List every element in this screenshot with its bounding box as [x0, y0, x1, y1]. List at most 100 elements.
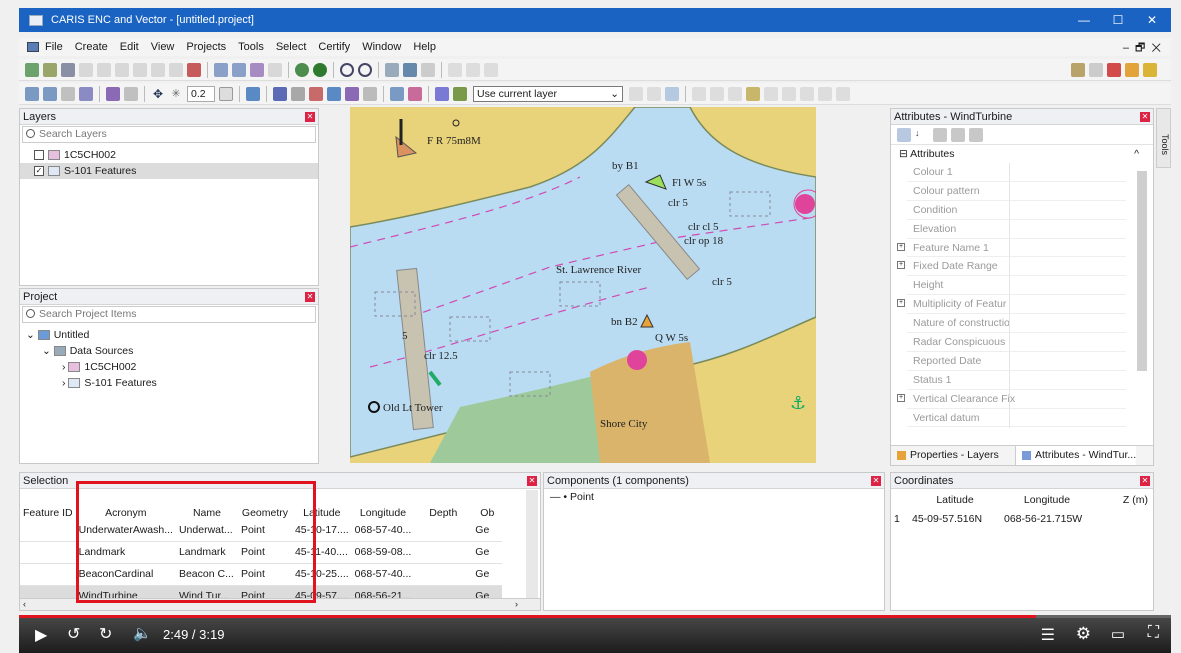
tool-icon[interactable]	[764, 86, 778, 101]
coordinate-row[interactable]: 1 45-09-57.516N 068-56-21.715W	[891, 511, 1151, 527]
layer-checkbox[interactable]: ✓	[34, 166, 44, 177]
chevron-down-icon[interactable]: ⌄	[26, 329, 38, 341]
tool-icon[interactable]	[692, 86, 706, 101]
volume-icon[interactable]: 🔈	[133, 624, 152, 642]
col-feature-id[interactable]: Feature ID	[20, 489, 76, 519]
tool-icon[interactable]	[246, 86, 260, 101]
tool-icon[interactable]	[291, 86, 305, 101]
chevron-down-icon[interactable]: ⌄	[42, 345, 54, 357]
attr-row[interactable]: Vertical datum	[907, 409, 1126, 428]
tool-icon[interactable]	[800, 86, 814, 101]
pointer-icon[interactable]	[403, 62, 417, 77]
tool-icon[interactable]	[273, 86, 287, 101]
expand-icon[interactable]: +	[897, 242, 905, 251]
menu-tools[interactable]: Tools	[238, 41, 264, 53]
collapse-icon[interactable]: ⊟	[899, 148, 910, 160]
tool-icon[interactable]	[25, 86, 39, 101]
scroll-up-icon[interactable]: ^	[1134, 145, 1139, 163]
zoom-in-icon[interactable]	[340, 62, 354, 77]
layer-checkbox[interactable]	[34, 150, 44, 161]
tool-icon[interactable]	[61, 86, 75, 101]
menu-window[interactable]: Window	[362, 41, 401, 53]
col-depth[interactable]: Depth	[414, 489, 472, 519]
measure-icon[interactable]	[448, 62, 462, 77]
edit-icon[interactable]	[61, 62, 75, 77]
layers-search-input[interactable]: Search Layers	[22, 126, 316, 143]
snap-icon[interactable]: ✳	[169, 87, 183, 101]
vertical-scrollbar[interactable]	[526, 490, 538, 598]
tool-icon[interactable]	[106, 86, 120, 101]
menu-select[interactable]: Select	[276, 41, 307, 53]
miniplayer-icon[interactable]: ▭	[1111, 625, 1125, 643]
menu-create[interactable]: Create	[75, 41, 108, 53]
minimize-button[interactable]: —	[1067, 8, 1101, 32]
tool-icon[interactable]	[214, 62, 228, 77]
list-icon[interactable]	[969, 127, 983, 142]
close-icon[interactable]: ✕	[1140, 112, 1150, 122]
pencil-icon[interactable]	[453, 86, 467, 101]
close-icon[interactable]: ✕	[871, 476, 881, 486]
list-icon[interactable]	[951, 127, 965, 142]
layer-item[interactable]: 1C5CH002	[34, 147, 318, 163]
scroll-right-icon[interactable]: ›	[515, 599, 518, 610]
caution-icon[interactable]	[1125, 62, 1139, 77]
attributes-scrollbar[interactable]	[1137, 171, 1147, 371]
tolerance-input[interactable]: 0.2	[187, 85, 215, 102]
refresh-icon[interactable]	[313, 62, 327, 77]
attr-row[interactable]: + Multiplicity of Featur	[897, 295, 1126, 315]
delete-icon[interactable]	[187, 62, 201, 77]
forward-icon[interactable]: ↻	[99, 624, 112, 644]
open-icon[interactable]	[43, 62, 57, 77]
menu-edit[interactable]: Edit	[120, 41, 139, 53]
col-z[interactable]: Z (m)	[1093, 489, 1151, 511]
fullscreen-icon[interactable]: ⛶	[1148, 624, 1159, 642]
attr-row[interactable]: Condition	[907, 201, 1126, 220]
menu-file[interactable]: File	[45, 41, 63, 53]
play-icon[interactable]: ▶	[35, 625, 47, 645]
attr-row[interactable]: Radar Conspicuous	[907, 333, 1126, 352]
layer-item[interactable]: ✓ S-101 Features	[20, 163, 318, 179]
tool-icon[interactable]	[115, 62, 129, 77]
sort-alpha-icon[interactable]: ↓	[915, 128, 929, 142]
chapters-icon[interactable]: ☰	[1041, 625, 1055, 645]
tool-icon[interactable]	[363, 86, 377, 101]
layer-select[interactable]: Use current layer ⌄	[473, 85, 623, 102]
tool-icon[interactable]	[250, 62, 264, 77]
maximize-button[interactable]: ☐	[1101, 8, 1135, 32]
wreck-marker-icon[interactable]	[627, 350, 647, 370]
attr-row[interactable]: Colour 1	[907, 163, 1126, 182]
spin-icon[interactable]	[219, 86, 233, 101]
col-ob[interactable]: Ob	[472, 489, 502, 519]
tool-icon[interactable]	[836, 86, 850, 101]
grid-icon[interactable]	[933, 127, 947, 142]
project-search-input[interactable]: Search Project Items	[22, 306, 316, 323]
close-icon[interactable]: ✕	[1140, 476, 1150, 486]
tab-properties-layers[interactable]: Properties - Layers	[891, 446, 1016, 465]
tool-icon[interactable]	[647, 86, 661, 101]
tool-icon[interactable]	[408, 86, 422, 101]
chart-map-canvas[interactable]: ⚓ F R 75m8M by B1 Fl W 5s clr 5 clr cl 5…	[350, 107, 816, 463]
close-window-button[interactable]: ✕	[1135, 8, 1169, 32]
tool-icon[interactable]	[1089, 62, 1103, 77]
tools-side-tab[interactable]: Tools	[1156, 108, 1171, 168]
attr-row[interactable]: Status 1	[907, 371, 1126, 390]
component-item[interactable]: — • Point	[544, 489, 884, 505]
wreck-marker-icon[interactable]	[795, 194, 815, 214]
globe-icon[interactable]	[295, 62, 309, 77]
tool-icon[interactable]	[309, 86, 323, 101]
categorized-icon[interactable]	[897, 127, 911, 142]
col-longitude[interactable]: Longitude	[352, 489, 415, 519]
tool-icon[interactable]	[124, 86, 138, 101]
tool-icon[interactable]	[97, 62, 111, 77]
tool-icon[interactable]	[133, 62, 147, 77]
new-icon[interactable]	[25, 62, 39, 77]
tool-icon[interactable]	[390, 86, 404, 101]
menu-projects[interactable]: Projects	[186, 41, 226, 53]
alert-icon[interactable]	[1143, 62, 1157, 77]
close-icon[interactable]: ✕	[305, 292, 315, 302]
tool-icon[interactable]	[79, 62, 93, 77]
tool-icon[interactable]	[728, 86, 742, 101]
pan-icon[interactable]	[421, 62, 435, 77]
attributes-section[interactable]: ⊟ Attributes ^	[891, 145, 1153, 163]
expand-icon[interactable]: +	[897, 261, 905, 270]
